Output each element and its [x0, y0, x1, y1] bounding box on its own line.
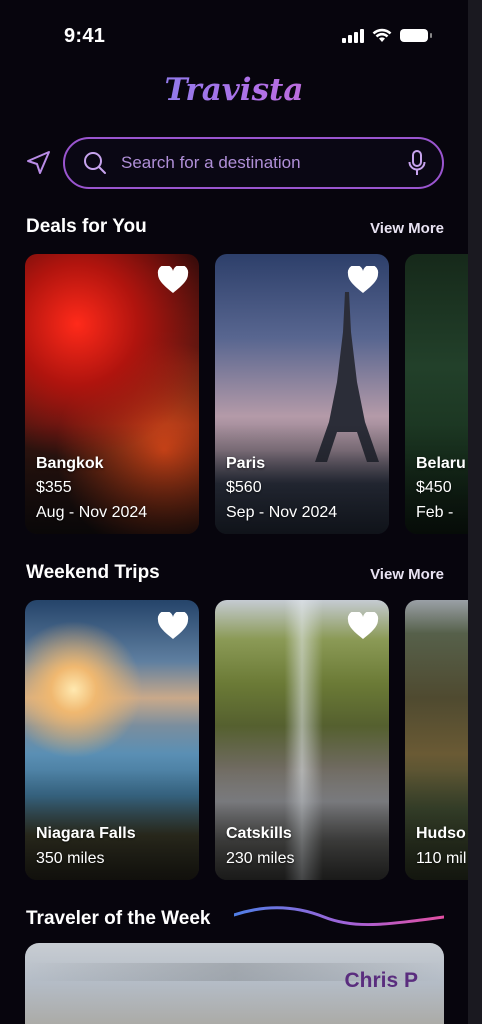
heart-icon[interactable]	[347, 266, 379, 294]
wifi-icon	[372, 28, 392, 42]
trip-name: Catskills	[226, 825, 292, 842]
deals-title: Deals for You	[26, 216, 147, 237]
status-icons	[342, 28, 432, 43]
traveler-card[interactable]: Chris P	[25, 943, 444, 1024]
trip-distance: 110 mil	[416, 849, 467, 867]
deals-carousel[interactable]: Bangkok $355 Aug - Nov 2024 Paris $560 S…	[25, 254, 468, 534]
search-input[interactable]	[121, 153, 408, 173]
microphone-icon[interactable]	[408, 150, 426, 176]
trip-distance: 350 miles	[36, 849, 105, 867]
status-time: 9:41	[64, 25, 106, 47]
deal-name: Paris	[226, 454, 266, 472]
deal-name: Belaru	[416, 454, 466, 472]
trip-card-catskills[interactable]: Catskills 230 miles	[215, 600, 389, 880]
deal-card-belarus[interactable]: Belaru $450 Feb -	[405, 254, 468, 534]
app-screen: 9:41 Travista Deals	[0, 0, 468, 1024]
deal-price: $560	[226, 479, 262, 496]
deal-dates: Feb -	[416, 503, 454, 521]
decorative-wave	[234, 906, 444, 927]
location-arrow-icon[interactable]	[26, 150, 52, 176]
signal-icon	[342, 28, 364, 43]
deal-dates: Sep - Nov 2024	[226, 503, 338, 521]
search-bar[interactable]	[63, 137, 444, 189]
deal-price: $355	[36, 479, 72, 496]
trip-card-hudson[interactable]: Hudso 110 mil	[405, 600, 468, 880]
deal-dates: Aug - Nov 2024	[36, 503, 148, 521]
trip-name: Niagara Falls	[36, 825, 136, 842]
trip-name: Hudso	[416, 825, 466, 842]
traveler-title: Traveler of the Week	[26, 908, 211, 929]
traveler-name: Chris P	[344, 969, 418, 992]
device-edge	[468, 0, 482, 1024]
battery-icon	[400, 29, 432, 42]
app-logo: Travista	[0, 72, 468, 108]
deal-card-paris[interactable]: Paris $560 Sep - Nov 2024	[215, 254, 389, 534]
trip-card-niagara[interactable]: Niagara Falls 350 miles	[25, 600, 199, 880]
status-bar: 9:41	[0, 0, 468, 60]
deal-card-bangkok[interactable]: Bangkok $355 Aug - Nov 2024	[25, 254, 199, 534]
deals-view-more-link[interactable]: View More	[370, 220, 444, 237]
search-icon	[84, 152, 106, 174]
weekend-title: Weekend Trips	[26, 562, 160, 583]
trip-distance: 230 miles	[226, 849, 295, 867]
weekend-view-more-link[interactable]: View More	[370, 566, 444, 583]
heart-icon[interactable]	[347, 612, 379, 640]
deal-name: Bangkok	[36, 454, 104, 472]
heart-icon[interactable]	[157, 612, 189, 640]
deal-price: $450	[416, 479, 452, 496]
weekend-carousel[interactable]: Niagara Falls 350 miles Catskills 230 mi…	[25, 600, 468, 880]
heart-icon[interactable]	[157, 266, 189, 294]
